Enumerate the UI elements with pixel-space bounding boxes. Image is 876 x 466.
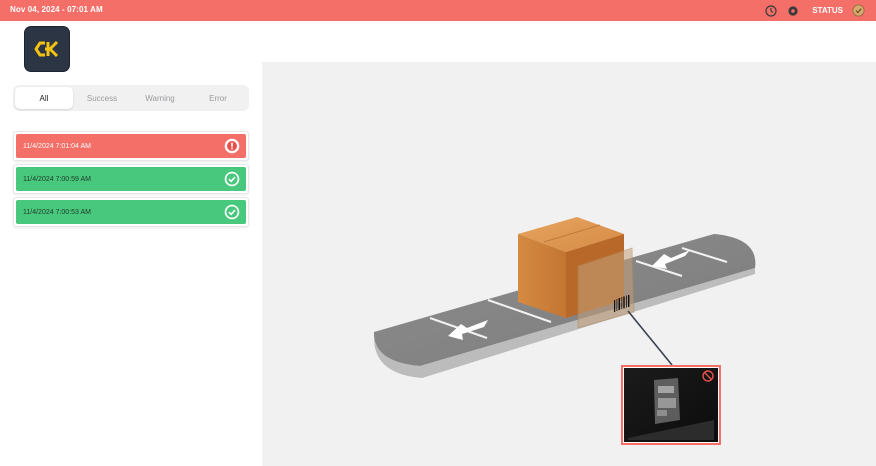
error-icon bbox=[224, 138, 240, 154]
event-timestamp: 11/4/2024 7:00:59 AM bbox=[23, 176, 91, 183]
status-label: STATUS bbox=[812, 6, 843, 15]
settings-icon[interactable] bbox=[786, 4, 800, 18]
current-datetime: Nov 04, 2024 - 07:01 AM bbox=[10, 5, 103, 14]
tab-success[interactable]: Success bbox=[73, 87, 131, 109]
check-icon bbox=[224, 204, 240, 220]
tab-warning[interactable]: Warning bbox=[131, 87, 189, 109]
event-list: 11/4/2024 7:01:04 AM 11/4/2024 7:00:59 A… bbox=[13, 131, 249, 230]
tab-all[interactable]: All bbox=[15, 87, 73, 109]
conveyor-scene bbox=[373, 217, 756, 445]
top-bar: Nov 04, 2024 - 07:01 AM STATUS bbox=[0, 0, 876, 21]
filter-tabs: All Success Warning Error bbox=[13, 85, 249, 111]
tab-error[interactable]: Error bbox=[189, 87, 247, 109]
connector-line bbox=[627, 310, 673, 366]
list-item[interactable]: 11/4/2024 7:01:04 AM bbox=[13, 131, 249, 161]
app-logo[interactable] bbox=[25, 27, 69, 71]
top-bar-controls: STATUS bbox=[764, 3, 865, 18]
scene-viewport bbox=[262, 62, 876, 466]
list-item[interactable]: 11/4/2024 7:00:53 AM bbox=[13, 197, 249, 227]
list-item[interactable]: 11/4/2024 7:00:59 AM bbox=[13, 164, 249, 194]
event-timestamp: 11/4/2024 7:01:04 AM bbox=[23, 143, 91, 150]
check-icon bbox=[224, 171, 240, 187]
clock-icon[interactable] bbox=[764, 4, 778, 18]
ck-logo-icon bbox=[34, 40, 59, 58]
camera-preview[interactable] bbox=[621, 365, 721, 445]
status-ok-icon[interactable] bbox=[851, 4, 865, 18]
event-timestamp: 11/4/2024 7:00:53 AM bbox=[23, 209, 91, 216]
